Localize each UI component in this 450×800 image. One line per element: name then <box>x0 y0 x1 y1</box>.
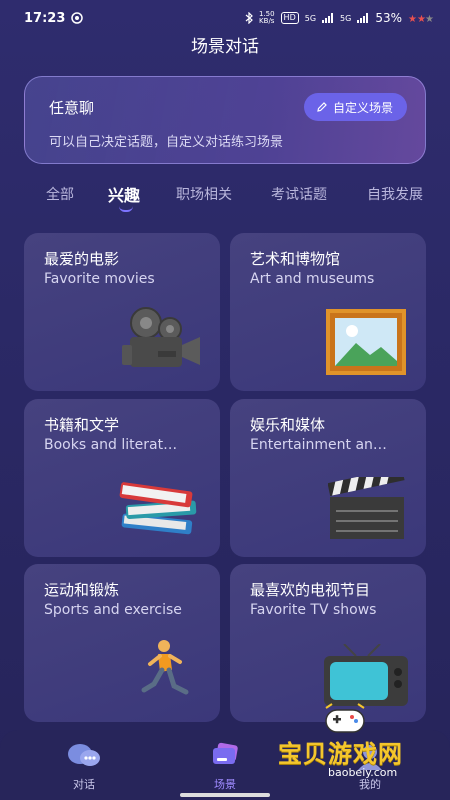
active-tab-indicator <box>119 206 133 212</box>
status-time: 17:23 <box>24 10 66 26</box>
nav-label-chat: 对话 <box>73 778 95 791</box>
card-subtitle: Sports and exercise <box>44 602 182 618</box>
status-left: 17:23 <box>24 10 84 26</box>
signal-bars-icon-2 <box>357 13 369 23</box>
tab-all[interactable]: 全部 <box>46 184 74 204</box>
status-bar: 17:23 1.50 KB/s HD 5G 5G 53% ★ ★ ★ <box>0 0 450 36</box>
signal-5g-1: 5G <box>304 13 317 23</box>
books-icon <box>119 482 197 535</box>
status-right: 1.50 KB/s HD 5G 5G 53% ★ ★ ★ <box>245 11 434 25</box>
card-title: 娱乐和媒体 <box>250 416 326 434</box>
movie-camera-icon <box>122 307 200 367</box>
scene-cards-icon <box>213 742 238 764</box>
nav-label-scenes: 场景 <box>214 778 236 791</box>
hd-badge: HD <box>280 12 299 24</box>
svg-text:★: ★ <box>408 14 417 23</box>
signal-5g-2: 5G <box>340 13 352 23</box>
clapper-board-icon <box>328 477 405 539</box>
scene-card-books[interactable]: 书籍和文学 Books and literat… <box>24 399 220 557</box>
watermark-text: 宝贝游戏网 <box>278 740 403 768</box>
signal-bars-icon <box>322 13 334 23</box>
card-title: 艺术和博物馆 <box>250 250 341 268</box>
custom-scene-description: 可以自己决定话题，自定义对话练习场景 <box>49 135 284 150</box>
tab-self-development[interactable]: 自我发展 <box>367 184 423 204</box>
net-speed: 1.50 KB/s <box>258 10 275 25</box>
tab-workplace[interactable]: 职场相关 <box>176 184 232 204</box>
page-title: 场景对话 <box>191 37 259 57</box>
home-indicator <box>180 793 270 797</box>
card-title: 运动和锻炼 <box>44 581 120 599</box>
custom-scene-title: 任意聊 <box>49 99 95 117</box>
custom-scene-button[interactable]: 自定义场景 <box>303 93 407 121</box>
scene-card-tv-shows[interactable]: 最喜欢的电视节目 Favorite TV shows <box>230 564 426 722</box>
svg-text:★: ★ <box>425 14 434 23</box>
scene-card-entertainment[interactable]: 娱乐和媒体 Entertainment an… <box>230 399 426 557</box>
card-subtitle: Books and literat… <box>44 437 178 453</box>
edit-pencil-icon <box>317 102 327 112</box>
card-subtitle: Entertainment an… <box>250 437 387 453</box>
gamepad-mascot-icon <box>325 703 365 733</box>
card-subtitle: Favorite movies <box>44 271 155 287</box>
watermark-url: baobeiy.com <box>328 766 398 779</box>
custom-scene-button-label: 自定义场景 <box>332 100 393 115</box>
card-title: 最爱的电影 <box>44 250 120 268</box>
nav-item-chat[interactable]: 对话 <box>54 742 114 792</box>
card-subtitle: Favorite TV shows <box>250 602 377 618</box>
scene-card-sports[interactable]: 运动和锻炼 Sports and exercise <box>24 564 220 722</box>
tab-interest[interactable]: 兴趣 <box>108 182 140 206</box>
rating-stars-icon: ★ ★ ★ <box>408 14 434 23</box>
scene-card-movies[interactable]: 最爱的电影 Favorite movies <box>24 233 220 391</box>
custom-scene-card[interactable]: 任意聊 可以自己决定话题，自定义对话练习场景 自定义场景 <box>24 76 426 164</box>
card-title: 最喜欢的电视节目 <box>250 581 371 599</box>
nav-item-scenes[interactable]: 场景 <box>195 742 255 792</box>
scene-card-art[interactable]: 艺术和博物馆 Art and museums <box>230 233 426 391</box>
runner-icon <box>141 640 189 695</box>
battery-percent: 53% <box>375 11 402 25</box>
card-subtitle: Art and museums <box>250 271 375 287</box>
tab-exam-topics[interactable]: 考试话题 <box>271 184 327 204</box>
chat-bubbles-icon <box>68 744 100 766</box>
television-icon <box>324 644 408 706</box>
notification-icon <box>71 12 84 24</box>
category-tabs: 全部 兴趣 职场相关 考试话题 自我发展 <box>0 180 450 210</box>
card-title: 书籍和文学 <box>44 416 120 434</box>
watermark: 宝贝游戏网 baobeiy.com <box>270 700 430 790</box>
bluetooth-icon <box>245 12 253 24</box>
framed-picture-icon <box>326 309 406 375</box>
